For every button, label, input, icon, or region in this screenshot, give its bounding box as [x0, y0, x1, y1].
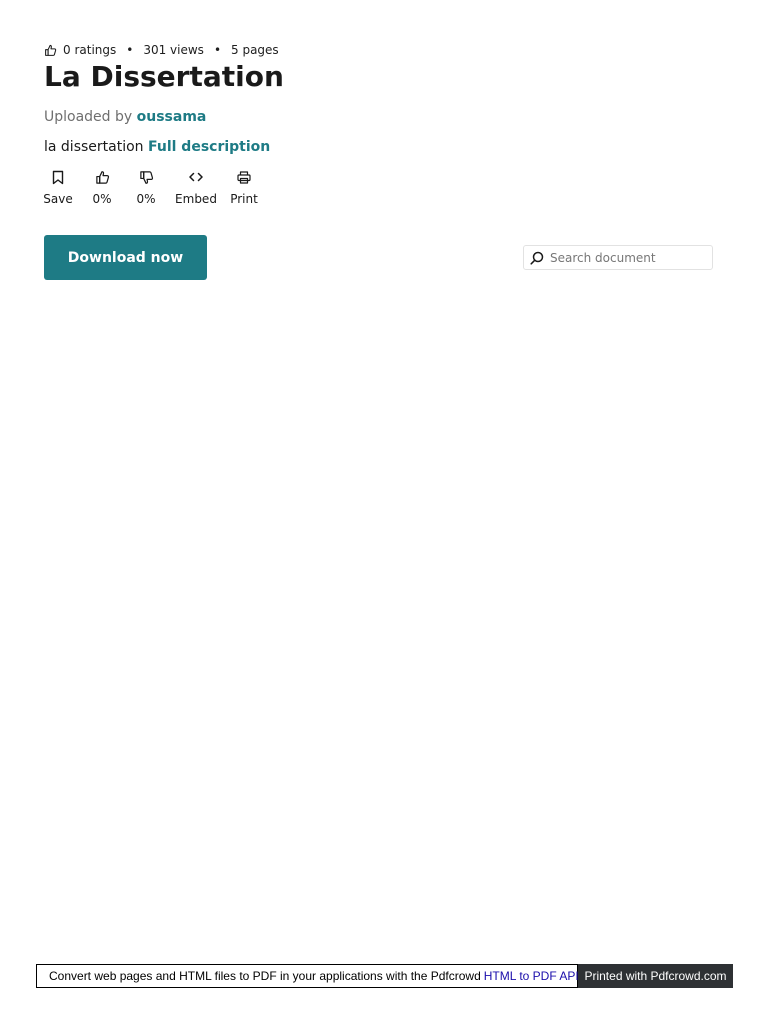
action-bar: Save 0% 0% Embed Print — [40, 169, 264, 206]
dislike-percent: 0% — [136, 192, 156, 206]
thumbs-up-icon — [44, 44, 57, 57]
uploader-line: Uploaded by oussama — [44, 109, 206, 125]
pdfcrowd-text: Convert web pages and HTML files to PDF … — [49, 969, 481, 983]
download-now-button[interactable]: Download now — [44, 235, 207, 280]
save-label: Save — [43, 192, 73, 206]
html-to-pdf-api-link[interactable]: HTML to PDF API — [484, 969, 579, 983]
bookmark-icon — [52, 169, 64, 185]
code-icon — [189, 169, 203, 185]
stats-separator: • — [213, 43, 222, 57]
uploaded-by-label: Uploaded by — [44, 109, 133, 125]
uploader-link[interactable]: oussama — [137, 109, 207, 125]
thumbs-down-icon — [139, 169, 154, 185]
save-button[interactable]: Save — [40, 169, 76, 206]
like-button[interactable]: 0% — [84, 169, 120, 206]
print-button[interactable]: Print — [224, 169, 264, 206]
description-line: la dissertation Full description — [44, 139, 270, 155]
document-title: La Dissertation — [44, 60, 284, 93]
printer-icon — [237, 169, 251, 185]
search-box[interactable] — [523, 245, 713, 270]
ratings-count: 0 ratings — [63, 43, 117, 57]
embed-button[interactable]: Embed — [172, 169, 220, 206]
stats-separator: • — [126, 43, 134, 57]
pdfcrowd-badge[interactable]: Printed with Pdfcrowd.com — [578, 964, 733, 988]
pdfcrowd-message: Convert web pages and HTML files to PDF … — [36, 964, 579, 988]
full-description-link[interactable]: Full description — [148, 139, 270, 155]
pages-count: 5 pages — [231, 43, 279, 57]
embed-label: Embed — [175, 192, 217, 206]
document-stats: 0 ratings • 301 views • 5 pages — [44, 43, 279, 57]
dislike-button[interactable]: 0% — [128, 169, 164, 206]
search-input[interactable] — [548, 249, 712, 266]
like-percent: 0% — [92, 192, 112, 206]
views-count: 301 views — [143, 43, 204, 57]
search-icon — [530, 251, 544, 265]
thumbs-up-icon — [95, 169, 110, 185]
description-text: la dissertation — [44, 139, 144, 155]
pdfcrowd-footer: Convert web pages and HTML files to PDF … — [36, 964, 733, 988]
print-label: Print — [230, 192, 258, 206]
